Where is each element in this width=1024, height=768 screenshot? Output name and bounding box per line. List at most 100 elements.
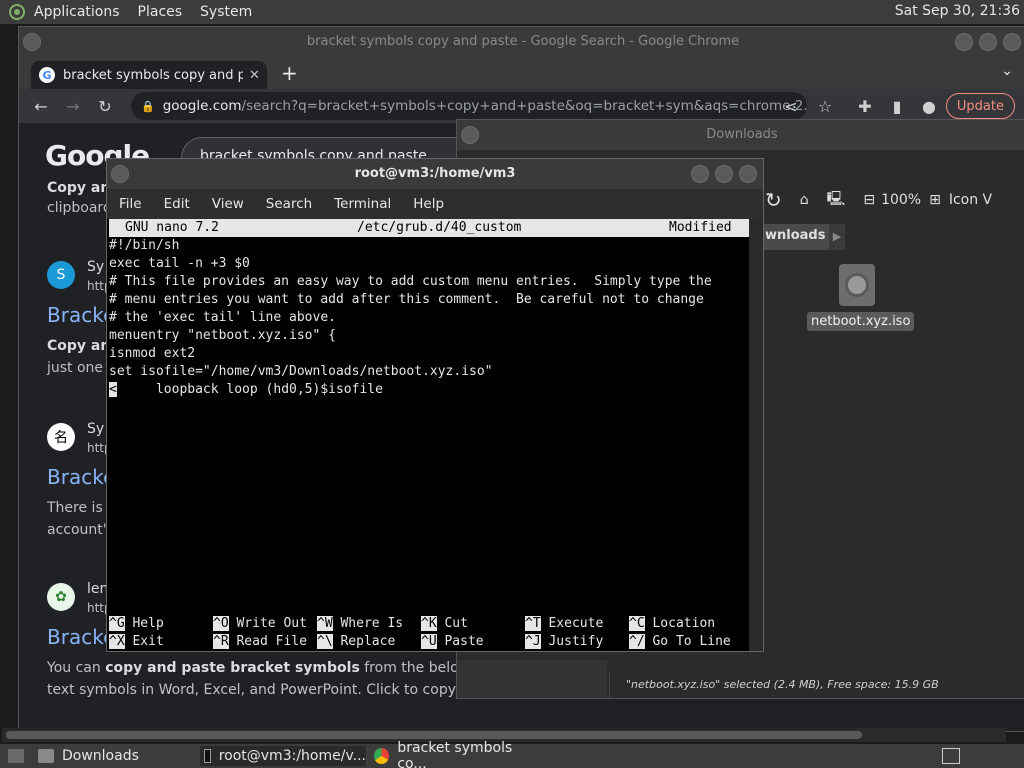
sidebar-footer — [457, 660, 607, 698]
menu-help[interactable]: Help — [413, 196, 444, 212]
tab-search-chevron-icon[interactable]: ⌄ — [1001, 63, 1013, 79]
editor-line[interactable]: # menu entries you want to add after thi… — [109, 291, 749, 309]
file-name-label: netboot.xyz.iso — [807, 312, 915, 331]
terminal-scrollbar[interactable] — [749, 219, 763, 651]
snippet-text: clipboard — [47, 200, 112, 216]
zoom-in-icon[interactable]: ⊞ — [929, 192, 941, 208]
share-icon[interactable]: ⋖ — [775, 97, 807, 116]
home-folder-icon[interactable]: ⌂ — [800, 192, 809, 208]
nano-editor[interactable]: GNU nano 7.2 /etc/grub.d/40_custom Modif… — [109, 219, 749, 651]
window-menu-button[interactable] — [23, 33, 41, 51]
distro-logo-icon[interactable] — [6, 1, 28, 23]
shortcut-key: ^/ — [629, 634, 645, 649]
update-button[interactable]: Update — [945, 93, 1015, 119]
shortcut-execute[interactable]: ^T Execute — [525, 615, 603, 633]
nano-shortcuts: ^G Help ^O Write Out ^W Where Is ^K Cut … — [109, 615, 749, 651]
maximize-button[interactable] — [979, 33, 997, 51]
bookmark-star-icon[interactable]: ☆ — [809, 97, 841, 116]
close-button[interactable] — [1003, 33, 1021, 51]
lock-icon[interactable]: 🔒 — [141, 100, 155, 113]
menu-edit[interactable]: Edit — [164, 196, 190, 212]
shortcut-location[interactable]: ^C Location — [629, 615, 715, 633]
editor-line[interactable]: set isofile="/home/vm3/Downloads/netboot… — [109, 363, 749, 381]
folder-icon — [38, 749, 54, 763]
computer-icon[interactable]: 🖳 — [827, 188, 846, 212]
menu-file[interactable]: File — [119, 196, 142, 212]
window-menu-button[interactable] — [111, 165, 129, 183]
profile-avatar-icon[interactable]: ● — [913, 97, 945, 116]
file-icon-item[interactable]: netboot.xyz.iso — [807, 264, 915, 331]
address-bar[interactable]: 🔒 google.com /search?q=bracket+symbols+c… — [131, 92, 807, 120]
shortcut-exit[interactable]: ^X Exit — [109, 633, 164, 651]
nano-header: GNU nano 7.2 /etc/grub.d/40_custom Modif… — [109, 219, 749, 237]
chrome-toolbar: ← → ↻ 🔒 google.com /search?q=bracket+sym… — [19, 89, 1024, 123]
shortcut-write-out[interactable]: ^O Write Out — [213, 615, 307, 633]
view-mode-select[interactable]: Icon V — [949, 192, 992, 208]
extensions-puzzle-icon[interactable]: ✚ — [849, 97, 881, 116]
shortcut-replace[interactable]: ^\ Replace — [317, 633, 395, 651]
terminal-window: root@vm3:/home/vm3 File Edit View Search… — [106, 158, 764, 652]
zoom-level: 100% — [881, 192, 922, 208]
menu-system[interactable]: System — [200, 4, 252, 20]
menu-view[interactable]: View — [212, 196, 244, 212]
minimize-button[interactable] — [955, 33, 973, 51]
menu-places[interactable]: Places — [138, 4, 183, 20]
editor-line[interactable]: #!/bin/sh — [109, 237, 749, 255]
url-domain: google.com — [162, 98, 242, 114]
taskbar-item-terminal[interactable]: root@vm3:/home/v... — [200, 746, 366, 766]
shortcut-help[interactable]: ^G Help — [109, 615, 164, 633]
file-manager-toolbar: ↻ ⌂ 🖳 ⊟ 100% ⊞ Icon V — [765, 182, 1010, 218]
shortcut-go-to-line[interactable]: ^/ Go To Line — [629, 633, 731, 651]
menu-terminal[interactable]: Terminal — [334, 196, 391, 212]
side-panel-icon[interactable]: ▮ — [881, 97, 913, 116]
site-favicon-icon: ✿ — [47, 583, 75, 611]
shortcut-key: ^J — [525, 634, 541, 649]
shortcut-paste[interactable]: ^U Paste — [421, 633, 484, 651]
maximize-button[interactable] — [715, 165, 733, 183]
editor-line[interactable]: # the 'exec tail' line above. — [109, 309, 749, 327]
tab-close-icon[interactable]: ✕ — [249, 68, 260, 83]
editor-line-cursor[interactable]: < loopback loop (hd0,5)$isofile — [109, 381, 749, 399]
downloads-titlebar[interactable]: Downloads — [457, 120, 1024, 150]
tab-google-search[interactable]: G bracket symbols copy and paste ✕ — [31, 61, 267, 89]
zoom-out-icon[interactable]: ⊟ — [863, 192, 875, 208]
chrome-titlebar[interactable]: bracket symbols copy and paste - Google … — [19, 27, 1024, 57]
editor-line[interactable]: isnmod ext2 — [109, 345, 749, 363]
menu-applications[interactable]: Applications — [34, 4, 120, 20]
editor-line[interactable]: menuentry "netboot.xyz.iso" { — [109, 327, 749, 345]
menu-search[interactable]: Search — [266, 196, 312, 212]
new-tab-icon[interactable]: + — [281, 61, 298, 85]
top-panel: Applications Places System Sat Sep 30, 2… — [0, 0, 1024, 24]
shortcut-label: Replace — [340, 634, 396, 649]
close-button[interactable] — [739, 165, 757, 183]
tab-strip: G bracket symbols copy and paste ✕ + ⌄ — [19, 57, 1024, 89]
site-favicon-icon: 名 — [47, 423, 75, 451]
breadcrumb-downloads[interactable]: wnloads — [757, 224, 834, 250]
breadcrumb-arrow-icon[interactable]: ▶ — [829, 224, 845, 250]
editor-line[interactable]: # This file provides an easy way to add … — [109, 273, 749, 291]
shortcut-where-is[interactable]: ^W Where Is — [317, 615, 403, 633]
minimize-button[interactable] — [691, 165, 709, 183]
scrollbar-thumb[interactable] — [6, 731, 862, 739]
window-menu-button[interactable] — [461, 126, 479, 144]
editor-line[interactable]: exec tail -n +3 $0 — [109, 255, 749, 273]
shortcut-cut[interactable]: ^K Cut — [421, 615, 468, 633]
taskbar: Downloads root@vm3:/home/v... bracket sy… — [0, 740, 1024, 768]
back-arrow-icon[interactable]: ← — [25, 97, 57, 116]
reload-icon[interactable]: ↻ — [89, 97, 121, 116]
workspace-switcher-icon[interactable] — [938, 746, 968, 766]
clock[interactable]: Sat Sep 30, 21:36 — [895, 3, 1020, 19]
reload-icon[interactable]: ↻ — [765, 188, 782, 212]
text-cursor: < — [109, 382, 117, 397]
shortcut-read-file[interactable]: ^R Read File — [213, 633, 307, 651]
terminal-titlebar[interactable]: root@vm3:/home/vm3 — [107, 159, 763, 189]
show-desktop-icon[interactable] — [4, 746, 24, 766]
shortcut-key: ^O — [213, 616, 229, 631]
disc-image-icon — [839, 264, 875, 306]
forward-arrow-icon[interactable]: → — [57, 97, 89, 116]
taskbar-item-chrome[interactable]: bracket symbols co... — [370, 740, 540, 768]
taskbar-item-downloads[interactable]: Downloads — [34, 746, 194, 766]
shortcut-justify[interactable]: ^J Justify — [525, 633, 603, 651]
terminal-icon — [204, 749, 211, 763]
taskbar-label: root@vm3:/home/v... — [218, 748, 366, 764]
